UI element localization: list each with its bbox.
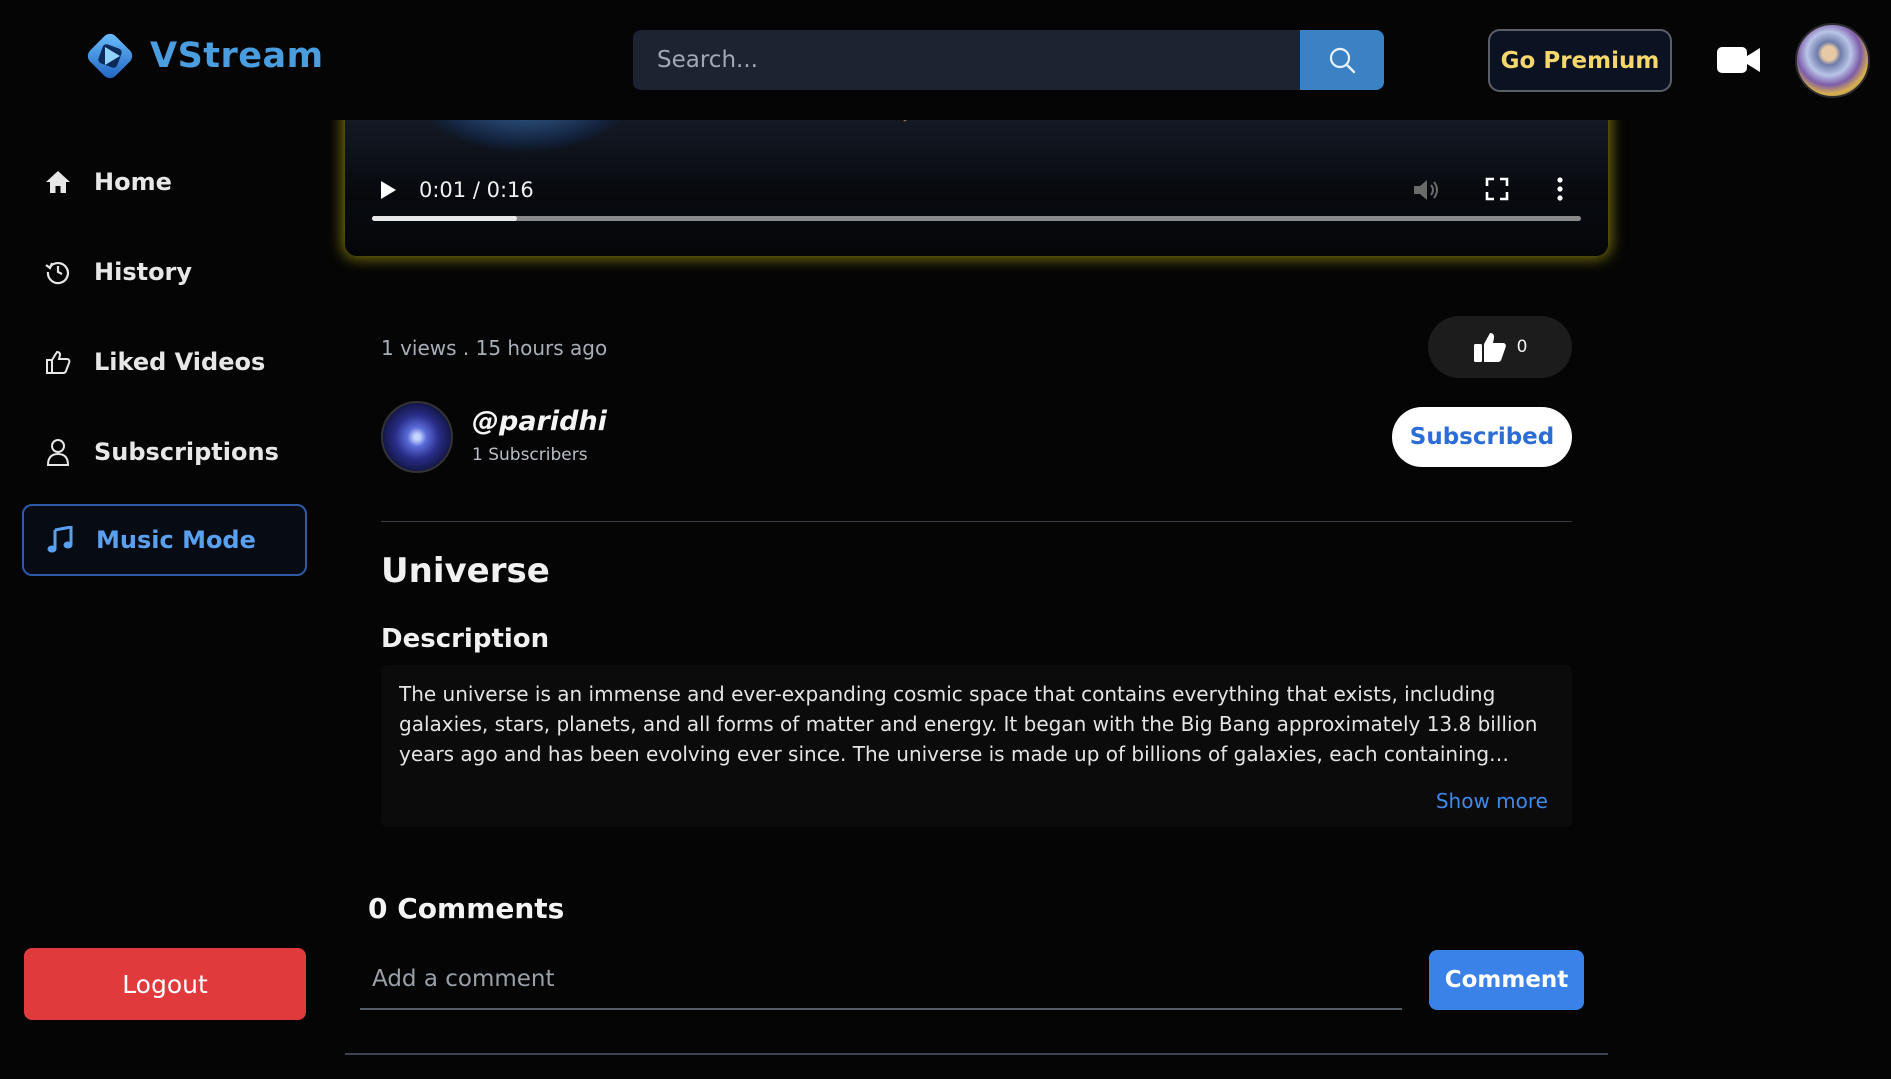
description-heading: Description [381, 624, 550, 654]
sidebar-item-music-mode[interactable]: Music Mode [22, 504, 307, 576]
top-header: VStream Go Premium [0, 0, 1891, 120]
show-more-link[interactable]: Show more [1436, 789, 1548, 813]
time-display: 0:01 / 0:16 [419, 178, 534, 202]
logo-icon [87, 33, 133, 79]
home-icon [44, 168, 72, 196]
subscribe-button[interactable]: Subscribed [1392, 407, 1572, 467]
seek-bar[interactable] [372, 216, 1581, 221]
channel-name[interactable]: @paridhi [472, 406, 607, 437]
go-premium-button[interactable]: Go Premium [1488, 29, 1672, 92]
sidebar-item-label: Music Mode [96, 526, 256, 554]
comment-input[interactable] [360, 950, 1402, 1010]
sidebar-item-subscriptions[interactable]: Subscriptions [22, 416, 307, 488]
logout-button[interactable]: Logout [24, 948, 306, 1020]
user-icon [44, 438, 72, 466]
search-icon [1329, 47, 1356, 74]
comments-heading: 0 Comments [368, 892, 565, 925]
comment-button[interactable]: Comment [1429, 950, 1584, 1010]
search-bar [633, 30, 1384, 90]
subscriber-count: 1 Subscribers [472, 445, 588, 465]
player-controls: 0:01 / 0:16 [345, 160, 1608, 256]
sidebar: Home History Liked Videos Subscriptions … [0, 120, 330, 1079]
sidebar-item-label: Liked Videos [94, 348, 266, 376]
seek-bar-fill [372, 216, 518, 221]
sidebar-item-label: Subscriptions [94, 438, 279, 466]
sidebar-item-liked-videos[interactable]: Liked Videos [22, 326, 307, 398]
user-avatar[interactable] [1795, 23, 1870, 98]
thumbs-up-icon [44, 348, 72, 376]
music-note-icon [46, 526, 74, 554]
app-logo[interactable]: VStream [80, 26, 324, 86]
description-box: The universe is an immense and ever-expa… [381, 665, 1572, 827]
view-count-and-time: 1 views . 15 hours ago [381, 336, 608, 360]
play-icon[interactable] [377, 178, 399, 202]
sidebar-item-label: History [94, 258, 193, 286]
upload-video-icon[interactable] [1716, 42, 1762, 78]
sidebar-item-history[interactable]: History [22, 236, 307, 308]
fullscreen-icon[interactable] [1484, 176, 1510, 202]
app-name: VStream [150, 36, 324, 76]
like-button[interactable]: 0 [1428, 316, 1572, 378]
sidebar-item-label: Home [94, 168, 172, 196]
channel-avatar[interactable] [381, 401, 453, 473]
search-input[interactable] [633, 30, 1300, 90]
like-count: 0 [1516, 337, 1528, 357]
sidebar-item-home[interactable]: Home [22, 146, 307, 218]
thumbs-up-icon [1473, 333, 1506, 362]
more-options-icon[interactable] [1555, 176, 1565, 202]
divider [381, 521, 1572, 522]
volume-icon[interactable] [1411, 176, 1441, 204]
video-title: Universe [381, 551, 550, 591]
divider [345, 1053, 1608, 1055]
description-text: The universe is an immense and ever-expa… [399, 682, 1538, 766]
history-icon [44, 258, 72, 286]
search-button[interactable] [1300, 30, 1384, 90]
